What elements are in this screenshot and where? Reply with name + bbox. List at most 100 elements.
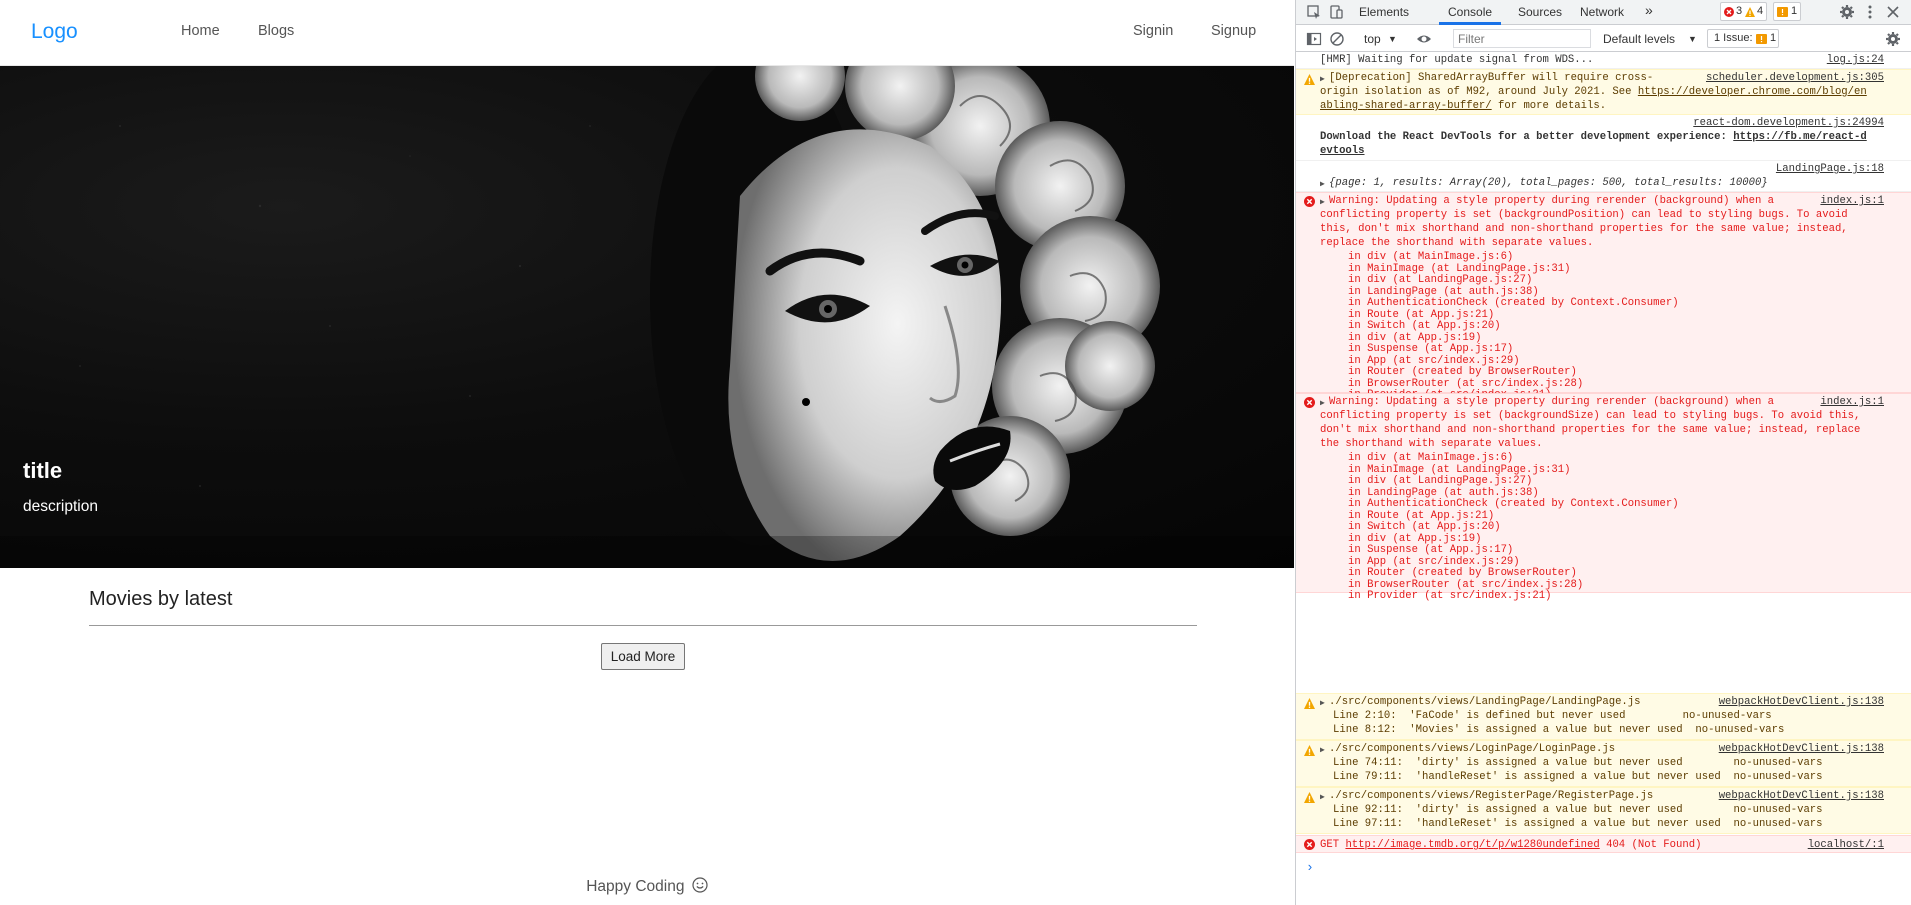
inspect-element-icon[interactable] <box>1306 4 1322 20</box>
source-link[interactable]: webpackHotDevClient.js:138 <box>1719 742 1884 756</box>
issue-badge-count: 1 <box>1791 5 1798 17</box>
lint-line: Line 8:12: 'Movies' is assigned a value … <box>1333 724 1785 736</box>
console-toolbar: top ▼ Default levels ▼ 1 Issue: 1 <box>1296 26 1911 52</box>
console-message-error: ▶ index.js:1 Warning: Updating a style p… <box>1296 192 1911 401</box>
live-expression-eye-icon[interactable] <box>1416 31 1432 47</box>
error-icon <box>1724 7 1734 17</box>
source-link[interactable]: log.js:24 <box>1827 53 1884 67</box>
console-message-error: ▶ index.js:1 Warning: Updating a style p… <box>1296 393 1911 602</box>
source-link[interactable]: react-dom.development.js:24994 <box>1693 116 1884 130</box>
devtools-panel: Elements Console Sources Network » 3 4 1 <box>1295 0 1911 905</box>
footer-text: Happy Coding <box>586 878 685 895</box>
issues-badge[interactable]: 1 <box>1773 2 1801 21</box>
source-link[interactable]: webpackHotDevClient.js:138 <box>1719 695 1884 709</box>
message-text: [HMR] Waiting for update signal from WDS… <box>1320 54 1594 66</box>
expand-triangle-icon[interactable]: ▶ <box>1320 178 1325 192</box>
expand-triangle-icon[interactable]: ▶ <box>1320 697 1325 711</box>
warning-file-path: ./src/components/views/LandingPage/Landi… <box>1329 696 1641 708</box>
docs-link[interactable]: https://developer.chrome.com/blog/en <box>1638 86 1867 98</box>
lint-line: Line 97:11: 'handleReset' is assigned a … <box>1333 818 1823 830</box>
message-text-line: abling-shared-array-buffer/ for more det… <box>1320 100 1607 112</box>
logged-object[interactable]: {page: 1, results: Array(20), total_page… <box>1329 176 1768 190</box>
warning-icon <box>1304 74 1315 85</box>
warning-file-path: ./src/components/views/LoginPage/LoginPa… <box>1329 743 1616 755</box>
issue-icon <box>1756 34 1767 44</box>
issues-label: 1 Issue: <box>1714 32 1753 44</box>
nav-home-link[interactable]: Home <box>181 23 220 39</box>
tab-sources[interactable]: Sources <box>1518 5 1562 19</box>
error-icon <box>1304 196 1315 207</box>
load-more-button[interactable]: Load More <box>601 643 685 670</box>
source-link[interactable]: webpackHotDevClient.js:138 <box>1719 789 1884 803</box>
settings-gear-icon[interactable] <box>1839 4 1855 20</box>
error-text-line: don't mix shorthand and non-shorthand pr… <box>1320 424 1861 436</box>
hero-description: description <box>23 498 98 515</box>
expand-triangle-icon[interactable]: ▶ <box>1320 791 1325 805</box>
hero-portrait-illustration <box>0 66 1294 568</box>
message-text: [Deprecation] SharedArrayBuffer will req… <box>1329 72 1654 84</box>
source-link[interactable]: index.js:1 <box>1820 194 1884 208</box>
warning-icon <box>1304 745 1315 756</box>
source-link[interactable]: index.js:1 <box>1820 395 1884 409</box>
source-link[interactable]: scheduler.development.js:305 <box>1706 71 1884 85</box>
nav-signin-link[interactable]: Signin <box>1133 23 1173 39</box>
source-link[interactable]: LandingPage.js:18 <box>1776 162 1884 176</box>
show-sidebar-icon[interactable] <box>1306 31 1322 47</box>
context-dropdown-icon[interactable]: ▼ <box>1388 34 1397 44</box>
message-text-line: origin isolation as of M92, around July … <box>1320 86 1867 98</box>
error-text-line: this, don't mix shorthand and non-shorth… <box>1320 223 1848 235</box>
react-devtools-link-cont[interactable]: evtools <box>1320 145 1365 157</box>
react-devtools-link[interactable]: https://fb.me/react-d <box>1733 131 1867 143</box>
console-output: [HMR] Waiting for update signal from WDS… <box>1296 52 1911 905</box>
lint-line: Line 74:11: 'dirty' is assigned a value … <box>1333 757 1823 769</box>
logo[interactable]: Logo <box>31 20 78 44</box>
error-text-line: conflicting property is set (backgroundP… <box>1320 209 1848 221</box>
warning-count: 4 <box>1757 5 1764 17</box>
console-message-info: react-dom.development.js:24994 Download … <box>1296 115 1911 161</box>
context-selector[interactable]: top <box>1364 32 1381 46</box>
section-divider <box>89 625 1197 626</box>
warning-file-path: ./src/components/views/RegisterPage/Regi… <box>1329 790 1654 802</box>
console-message-object: LandingPage.js:18 ▶ {page: 1, results: A… <box>1296 161 1911 192</box>
error-icon <box>1304 397 1315 408</box>
console-settings-gear-icon[interactable] <box>1885 31 1901 47</box>
failed-request-url[interactable]: http://image.tmdb.org/t/p/w1280undefined <box>1345 839 1599 851</box>
smile-icon <box>692 877 708 893</box>
issue-icon <box>1777 7 1788 17</box>
docs-link-cont[interactable]: abling-shared-array-buffer/ <box>1320 100 1492 112</box>
log-levels-selector[interactable]: Default levels <box>1603 32 1675 46</box>
errors-warnings-badge[interactable]: 3 4 <box>1720 2 1767 21</box>
active-tab-indicator <box>1439 22 1501 25</box>
console-message-network-error: GET http://image.tmdb.org/t/p/w1280undef… <box>1296 835 1911 853</box>
more-options-icon[interactable] <box>1862 4 1878 20</box>
source-link[interactable]: localhost/:1 <box>1808 838 1884 852</box>
issues-counter-button[interactable]: 1 Issue: 1 <box>1707 29 1779 48</box>
tab-elements[interactable]: Elements <box>1359 5 1409 19</box>
footer: Happy Coding <box>0 877 1294 896</box>
expand-triangle-icon[interactable]: ▶ <box>1320 744 1325 758</box>
issues-count: 1 <box>1770 32 1777 44</box>
warning-icon <box>1304 698 1315 709</box>
more-tabs-button[interactable]: » <box>1645 2 1653 18</box>
nav-signup-link[interactable]: Signup <box>1211 23 1256 39</box>
error-count: 3 <box>1736 5 1743 17</box>
console-message-warning: ▶ ./src/components/views/LoginPage/Login… <box>1296 740 1911 787</box>
levels-dropdown-icon[interactable]: ▼ <box>1688 34 1697 44</box>
close-devtools-icon[interactable] <box>1885 4 1901 20</box>
clear-console-icon[interactable] <box>1329 31 1345 47</box>
console-filter-input[interactable] <box>1453 29 1591 48</box>
tab-console[interactable]: Console <box>1448 5 1492 19</box>
message-text-line: evtools <box>1320 144 1365 158</box>
lint-line: Line 92:11: 'dirty' is assigned a value … <box>1333 804 1823 816</box>
error-text-line: replace the shorthand with separate valu… <box>1320 237 1594 249</box>
hero-main-image: title description <box>0 66 1294 568</box>
error-text-line: Warning: Updating a style property durin… <box>1329 195 1775 207</box>
error-text-line: Warning: Updating a style property durin… <box>1329 396 1775 408</box>
device-toolbar-icon[interactable] <box>1328 4 1344 20</box>
navbar: Logo Home Blogs Signin Signup <box>0 0 1294 66</box>
nav-blogs-link[interactable]: Blogs <box>258 23 294 39</box>
tab-network[interactable]: Network <box>1580 5 1624 19</box>
error-text-line: conflicting property is set (backgroundS… <box>1320 410 1861 422</box>
console-prompt[interactable]: › <box>1306 861 1314 875</box>
message-text-line: Download the React DevTools for a better… <box>1320 131 1867 143</box>
